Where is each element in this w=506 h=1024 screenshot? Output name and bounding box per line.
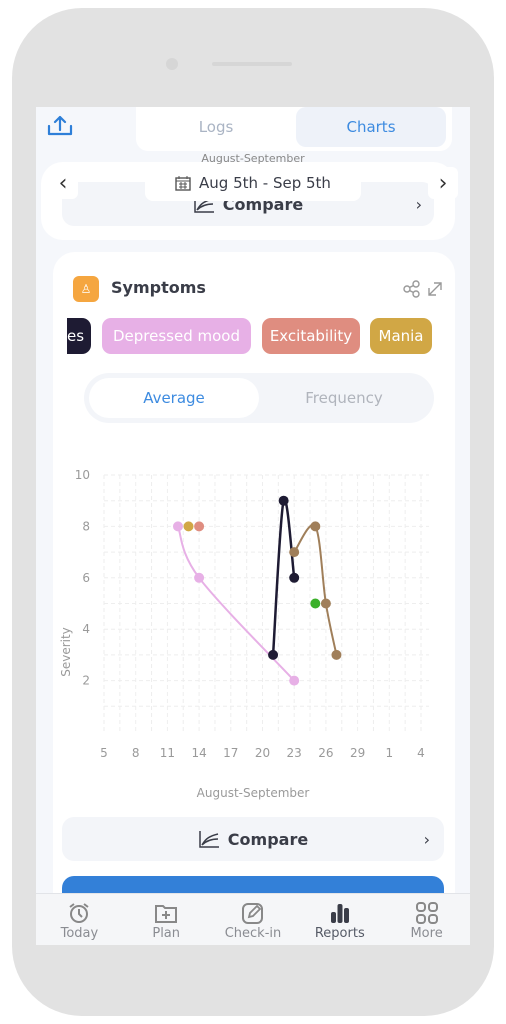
data-point[interactable] <box>310 598 321 609</box>
y-tick-label: 8 <box>82 519 90 533</box>
data-point[interactable] <box>194 572 205 583</box>
x-tick-label: 8 <box>132 746 140 760</box>
x-tick-label: 29 <box>350 746 365 760</box>
chart-grid <box>103 474 429 732</box>
data-point[interactable] <box>183 521 194 532</box>
x-tick-label: 5 <box>100 746 108 760</box>
y-tick-label: 6 <box>82 571 90 585</box>
x-axis-label: August-September <box>197 786 310 800</box>
data-point[interactable] <box>310 521 321 532</box>
data-point[interactable] <box>172 521 183 532</box>
x-tick-label: 17 <box>223 746 238 760</box>
x-tick-label: 26 <box>318 746 333 760</box>
x-tick-label: 23 <box>287 746 302 760</box>
data-point[interactable] <box>268 649 279 660</box>
x-tick-label: 20 <box>255 746 270 760</box>
symptoms-chart: 5 8 11 14 17 20 23 26 29 1 4 246810 August-Septemb… <box>59 468 429 800</box>
x-tick-label: 11 <box>160 746 175 760</box>
x-tick-label: 4 <box>417 746 425 760</box>
data-point[interactable] <box>320 598 331 609</box>
series-line-4 <box>293 523 338 656</box>
data-point[interactable] <box>289 572 300 583</box>
y-axis-label: Severity <box>59 627 73 677</box>
data-point[interactable] <box>289 675 300 686</box>
x-tick-label: 1 <box>385 746 393 760</box>
y-tick-label: 4 <box>82 622 90 636</box>
x-tick-label: 14 <box>191 746 206 760</box>
data-point[interactable] <box>194 521 205 532</box>
y-tick-label: 10 <box>75 468 90 482</box>
y-tick-label: 2 <box>82 674 90 688</box>
data-point[interactable] <box>289 547 300 558</box>
data-point[interactable] <box>278 495 289 506</box>
data-point[interactable] <box>331 649 342 660</box>
